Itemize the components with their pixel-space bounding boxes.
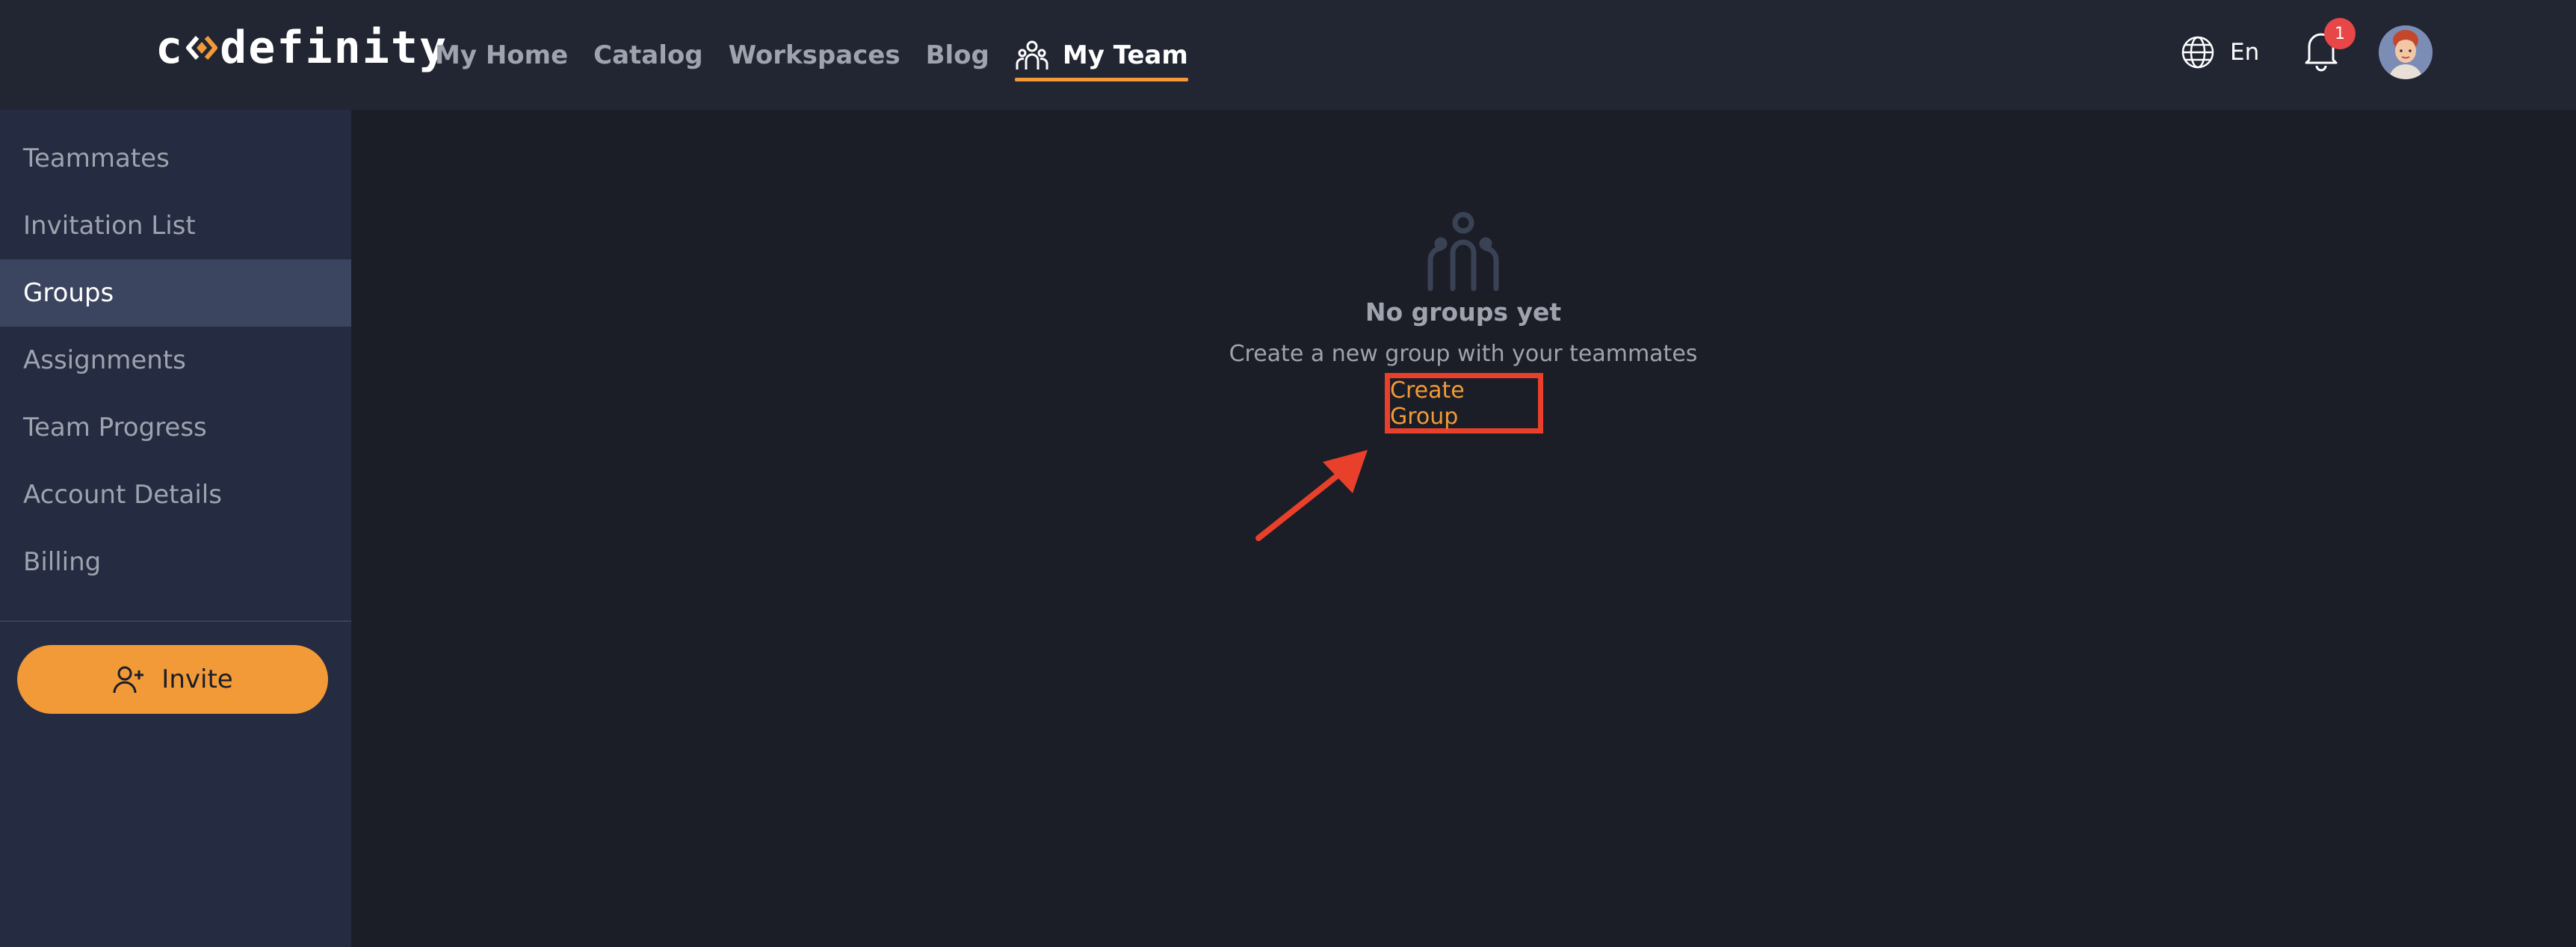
language-label: En (2230, 39, 2260, 66)
nav-workspaces[interactable]: Workspaces (729, 0, 901, 110)
main-nav: My Home Catalog Workspaces Blog My Team (435, 0, 1214, 110)
empty-state-subtitle: Create a new group with your teammates (1229, 341, 1698, 367)
invite-button[interactable]: Invite (17, 645, 328, 714)
sidebar-item-label: Invitation List (23, 211, 196, 241)
avatar[interactable] (2379, 25, 2433, 79)
sidebar: Teammates Invitation List Groups Assignm… (0, 110, 351, 947)
nav-label: Blog (925, 40, 989, 70)
sidebar-item-label: Team Progress (23, 413, 207, 442)
sidebar-item-teammates[interactable]: Teammates (0, 125, 351, 192)
nav-label: My Team (1062, 40, 1188, 70)
notification-count-badge: 1 (2324, 18, 2356, 49)
nav-catalog[interactable]: Catalog (593, 0, 702, 110)
empty-state-title: No groups yet (1365, 297, 1562, 327)
sidebar-item-account-details[interactable]: Account Details (0, 461, 351, 528)
sidebar-item-label: Groups (23, 278, 114, 308)
sidebar-item-label: Assignments (23, 345, 186, 375)
nav-label: Catalog (593, 40, 703, 70)
create-group-link[interactable]: Create Group (1385, 373, 1543, 434)
codefinity-logo[interactable]: c definity (155, 19, 448, 76)
sidebar-item-groups[interactable]: Groups (0, 259, 351, 327)
sidebar-divider (0, 620, 351, 622)
sidebar-item-invitation-list[interactable]: Invitation List (0, 192, 351, 259)
group-icon (1423, 211, 1504, 291)
nav-blog[interactable]: Blog (926, 0, 989, 110)
language-selector[interactable]: En (2181, 33, 2259, 72)
sidebar-item-assignments[interactable]: Assignments (0, 327, 351, 394)
sidebar-item-team-progress[interactable]: Team Progress (0, 394, 351, 461)
code-brackets-icon (185, 33, 218, 63)
nav-my-home[interactable]: My Home (435, 0, 568, 110)
create-group-label: Create Group (1390, 377, 1465, 430)
top-header: c definity My Home Catalog Workspaces Bl… (0, 0, 2576, 110)
sidebar-item-label: Billing (23, 547, 102, 577)
team-icon (1015, 38, 1049, 73)
sidebar-item-billing[interactable]: Billing (0, 528, 351, 596)
invite-label: Invite (161, 664, 233, 694)
sidebar-item-label: Teammates (23, 144, 170, 173)
nav-label: My Home (435, 40, 569, 70)
globe-icon (2181, 35, 2215, 70)
sidebar-item-label: Account Details (23, 480, 222, 510)
logo-text-rest: definity (220, 22, 448, 74)
annotation-arrow-icon (1255, 450, 1368, 541)
nav-my-team[interactable]: My Team (1014, 0, 1188, 110)
add-user-icon (112, 663, 145, 696)
nav-label: Workspaces (728, 40, 901, 70)
logo-letter-c: c (155, 22, 185, 74)
